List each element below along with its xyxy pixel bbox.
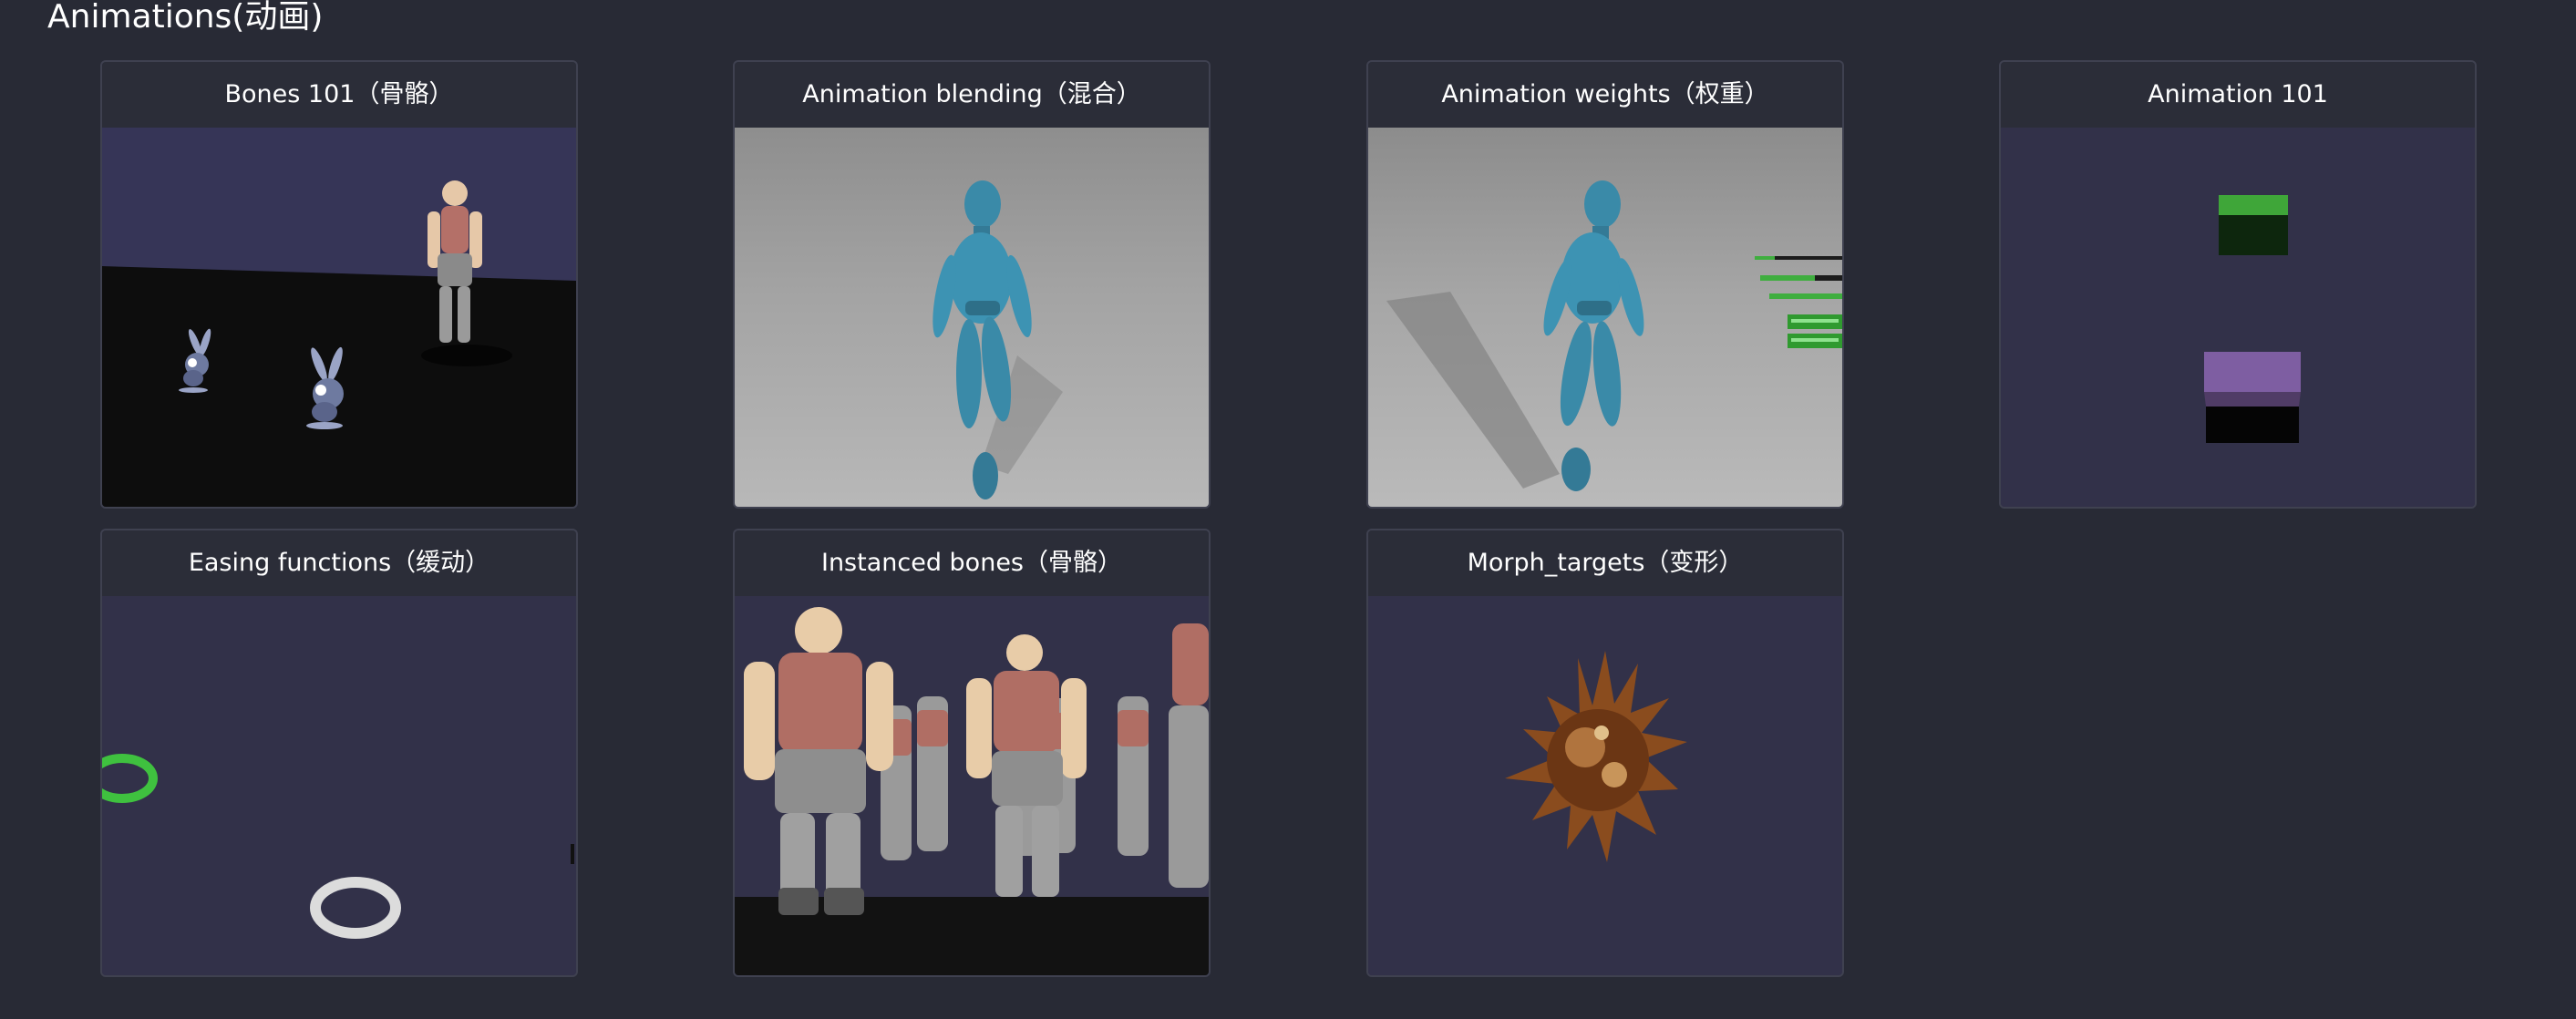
bones-101-thumbnail (102, 128, 576, 507)
card-title: Animation 101 (2001, 62, 2475, 128)
animation-blending-thumbnail (735, 128, 1209, 507)
section-title: Animations(动画) (47, 0, 324, 36)
card-animation-101[interactable]: Animation 101 (1999, 60, 2477, 509)
card-title: Morph_targets（变形） (1368, 530, 1842, 596)
card-animation-weights[interactable]: Animation weights（权重） (1366, 60, 1844, 509)
card-easing-functions[interactable]: Easing functions（缓动） (100, 529, 578, 977)
card-title: Bones 101（骨骼） (102, 62, 576, 128)
morph-targets-thumbnail (1368, 596, 1842, 975)
instanced-bones-thumbnail (735, 596, 1209, 975)
animation-weights-thumbnail (1368, 128, 1842, 507)
card-instanced-bones[interactable]: Instanced bones（骨骼） (733, 529, 1211, 977)
card-animation-blending[interactable]: Animation blending（混合） (733, 60, 1211, 509)
page: Animations(动画) Bones 101（骨骼） Animation b… (0, 0, 2576, 1019)
card-bones-101[interactable]: Bones 101（骨骼） (100, 60, 578, 509)
card-morph-targets[interactable]: Morph_targets（变形） (1366, 529, 1844, 977)
animation-101-thumbnail (2001, 128, 2475, 507)
card-title: Instanced bones（骨骼） (735, 530, 1209, 596)
card-title: Animation weights（权重） (1368, 62, 1842, 128)
card-title: Animation blending（混合） (735, 62, 1209, 128)
easing-functions-thumbnail (102, 596, 576, 975)
card-title: Easing functions（缓动） (102, 530, 576, 596)
